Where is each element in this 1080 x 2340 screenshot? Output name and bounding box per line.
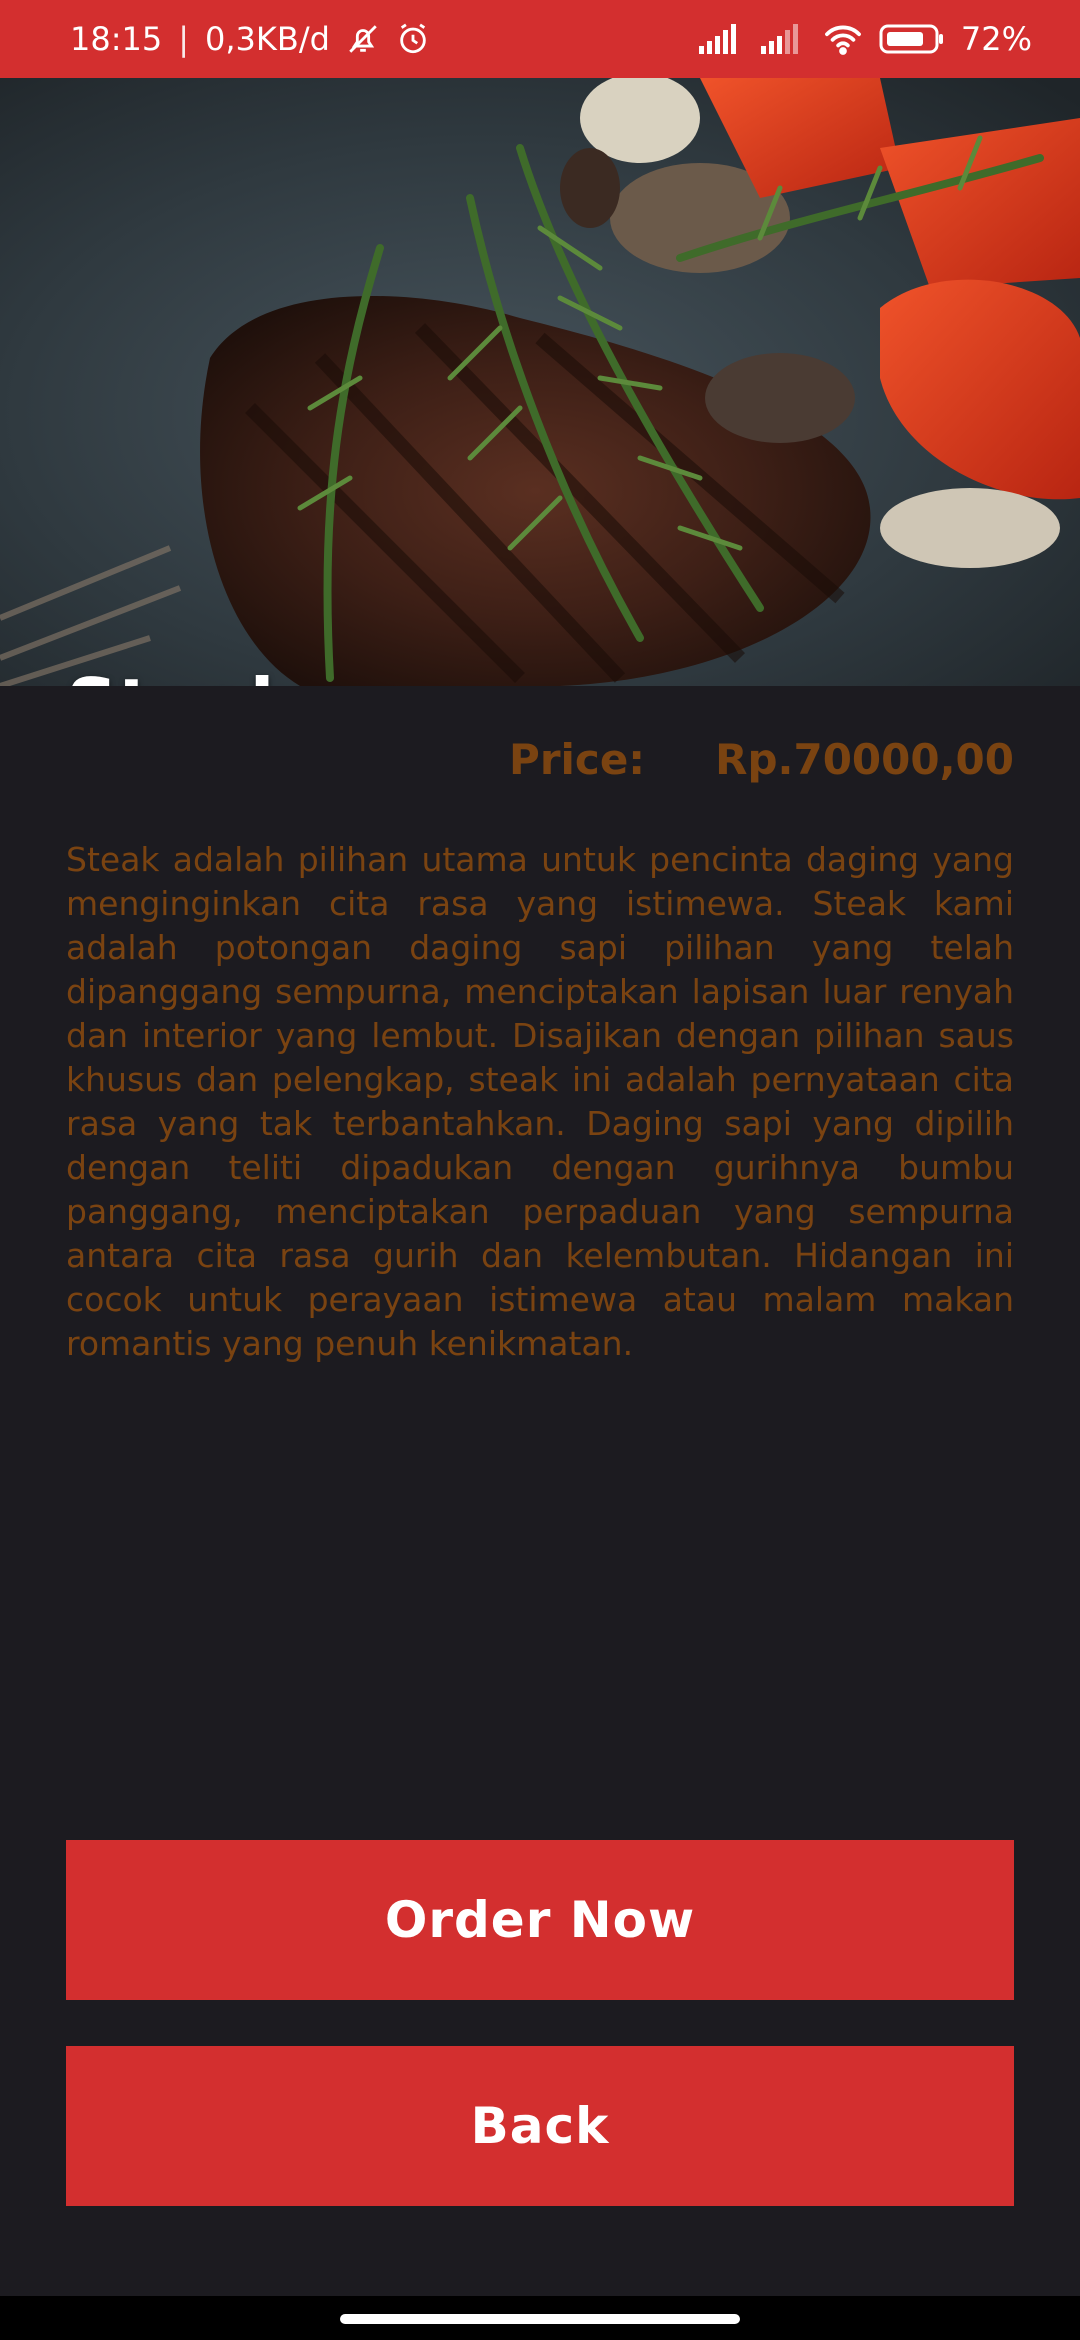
alarm-icon: [396, 22, 430, 56]
signal-icon: [698, 24, 745, 54]
battery-percent: 72%: [960, 20, 1032, 58]
back-button[interactable]: Back: [66, 2046, 1014, 2206]
dish-description: Steak adalah pilihan utama untuk pencint…: [66, 840, 1014, 1363]
status-bar: 18:15 | 0,3KB/d 72%: [0, 0, 1080, 78]
price-value: Rp.70000,00: [715, 735, 1014, 784]
status-separator: |: [178, 20, 189, 58]
dish-title: Steak: [66, 663, 298, 686]
hero-image: Steak: [0, 78, 1080, 686]
battery-icon: [879, 23, 945, 55]
status-time: 18:15: [70, 20, 163, 58]
mute-bell-icon: [346, 22, 380, 56]
order-now-button[interactable]: Order Now: [66, 1840, 1014, 2000]
home-indicator[interactable]: [340, 2314, 740, 2324]
signal-icon-2: [760, 24, 807, 54]
steak-photo: [0, 78, 1080, 686]
network-speed: 0,3KB/d: [205, 20, 330, 58]
price-row: Price: Rp.70000,00: [509, 735, 1014, 784]
wifi-icon: [823, 23, 863, 55]
price-label: Price:: [509, 735, 646, 784]
